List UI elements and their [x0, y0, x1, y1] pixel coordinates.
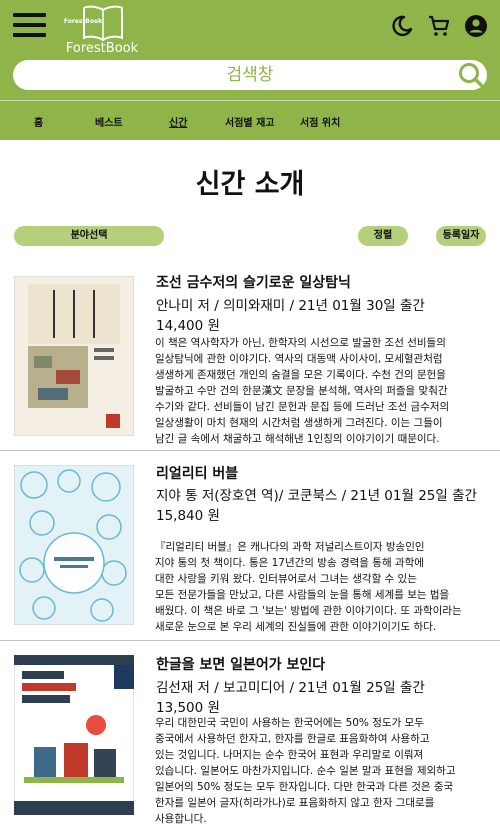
book-cover-image[interactable] [14, 276, 134, 436]
logo-inner-text: ForestBook [63, 18, 103, 25]
book-title[interactable]: 한글을 보면 일본어가 보인다 [156, 654, 325, 674]
filter-row: 분야선택 정렬 등록일자 [0, 226, 500, 246]
book-title[interactable]: 리얼리티 버블 [156, 463, 238, 483]
cart-icon[interactable] [427, 14, 451, 38]
category-select-button[interactable]: 분야선택 [14, 226, 164, 246]
book-meta: 김선재 저 / 보고미디어 / 21년 01월 25일 출간 [156, 680, 425, 696]
book-cover-image[interactable] [14, 465, 134, 625]
nav-best[interactable]: 베스트 [95, 114, 123, 129]
book-description: 『리얼리티 버블』은 캐나다의 과학 저널리스트이자 방송인인 지야 통의 첫 … [155, 541, 462, 633]
logo[interactable]: ForestBook ForestBook [62, 4, 142, 58]
book-list-item[interactable]: 리얼리티 버블 지야 통 저(장호연 역)/ 코쿤북스 / 21년 01월 25… [0, 451, 500, 641]
main-nav: 홈 베스트 신간 서점별 재고 서점 위치 [0, 100, 500, 140]
nav-home[interactable]: 홈 [34, 114, 43, 129]
search-bar [13, 60, 487, 90]
nav-store-stock[interactable]: 서점별 재고 [225, 114, 274, 129]
page-title: 신간 소개 [195, 169, 305, 200]
book-meta: 지야 통 저(장호연 역)/ 코쿤북스 / 21년 01월 25일 출간 [156, 488, 477, 504]
moon-icon[interactable] [390, 14, 414, 38]
book-cover-image[interactable] [14, 655, 134, 815]
account-icon[interactable] [464, 14, 488, 38]
nav-new[interactable]: 신간 [169, 114, 187, 129]
book-list-item[interactable]: 한글을 보면 일본어가 보인다 김선재 저 / 보고미디어 / 21년 01월 … [0, 641, 500, 839]
book-list-item[interactable]: 조선 금수저의 슬기로운 일상탐닉 안나미 저 / 의미와재미 / 21년 01… [0, 262, 500, 451]
top-header: ForestBook ForestBook [0, 0, 500, 100]
search-icon[interactable] [457, 61, 485, 89]
logo-text: ForestBook [65, 41, 139, 56]
book-price: 15,840 원 [156, 508, 220, 524]
book-price: 13,500 원 [156, 700, 220, 716]
nav-store-location[interactable]: 서점 위치 [300, 114, 340, 129]
book-meta: 안나미 저 / 의미와재미 / 21년 01월 30일 출간 [156, 298, 425, 314]
book-description: 이 책은 역사학자가 아닌, 한학자의 시선으로 발굴한 조선 선비들의 일상탐… [155, 337, 450, 445]
sort-button[interactable]: 정렬 [358, 226, 408, 246]
book-price: 14,400 원 [156, 318, 220, 334]
order-by-date-button[interactable]: 등록일자 [436, 226, 486, 246]
book-description: 우리 대한민국 국민이 사용하는 한국어에는 50% 정도가 모두 중국에서 사… [155, 717, 456, 825]
search-input[interactable] [25, 60, 445, 90]
book-title[interactable]: 조선 금수저의 슬기로운 일상탐닉 [156, 272, 351, 292]
menu-icon[interactable] [13, 13, 46, 38]
